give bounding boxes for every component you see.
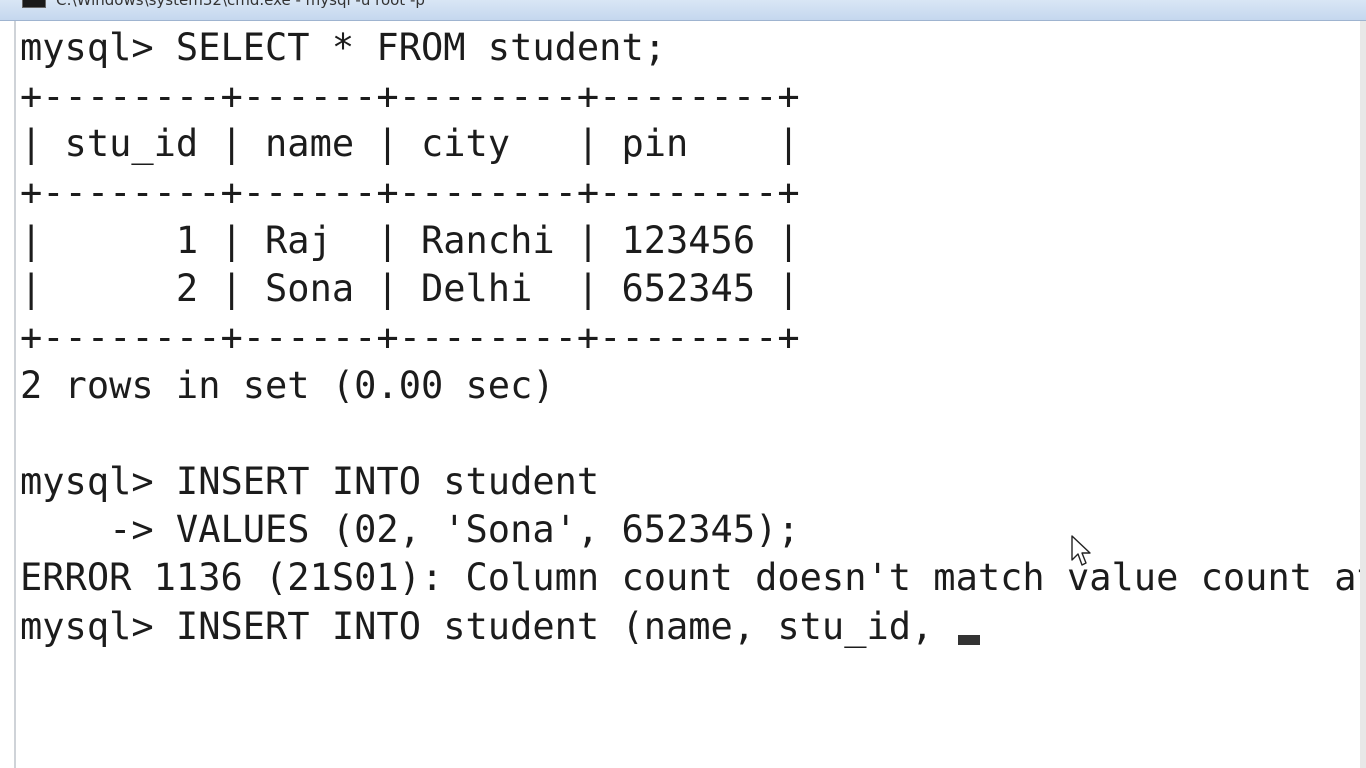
window-title: C:\Windows\system32\cmd.exe - mysql -u r… [56, 0, 425, 9]
table-header-row: | stu_id | name | city | pin | [20, 122, 800, 165]
command-input-text: mysql> INSERT INTO student (name, stu_id… [20, 605, 956, 648]
table-border-line: +--------+------+--------+--------+ [20, 171, 800, 214]
command-input-line[interactable]: mysql> INSERT INTO student (name, stu_id… [20, 603, 980, 651]
terminal-line: mysql> INSERT INTO student [20, 460, 600, 503]
table-border-line: +--------+------+--------+--------+ [20, 316, 800, 359]
table-row: | 2 | Sona | Delhi | 652345 | [20, 267, 800, 310]
mouse-pointer-icon [1071, 535, 1091, 566]
title-bar[interactable]: C:\Windows\system32\cmd.exe - mysql -u r… [0, 0, 1366, 21]
result-summary-line: 2 rows in set (0.00 sec) [20, 364, 555, 407]
window-left-edge [0, 21, 16, 768]
table-row: | 1 | Raj | Ranchi | 123456 | [20, 219, 800, 262]
error-line: ERROR 1136 (21S01): Column count doesn't… [20, 556, 1360, 599]
terminal-output[interactable]: mysql> SELECT * FROM student; +--------+… [20, 24, 1360, 768]
terminal-line: mysql> SELECT * FROM student; [20, 26, 667, 69]
vertical-scrollbar[interactable] [1360, 21, 1366, 768]
cmd-icon [22, 0, 46, 8]
console-window: C:\Windows\system32\cmd.exe - mysql -u r… [0, 0, 1366, 768]
text-cursor [957, 635, 980, 645]
terminal-line: -> VALUES (02, 'Sona', 652345); [20, 508, 800, 551]
table-border-line: +--------+------+--------+--------+ [20, 75, 800, 118]
